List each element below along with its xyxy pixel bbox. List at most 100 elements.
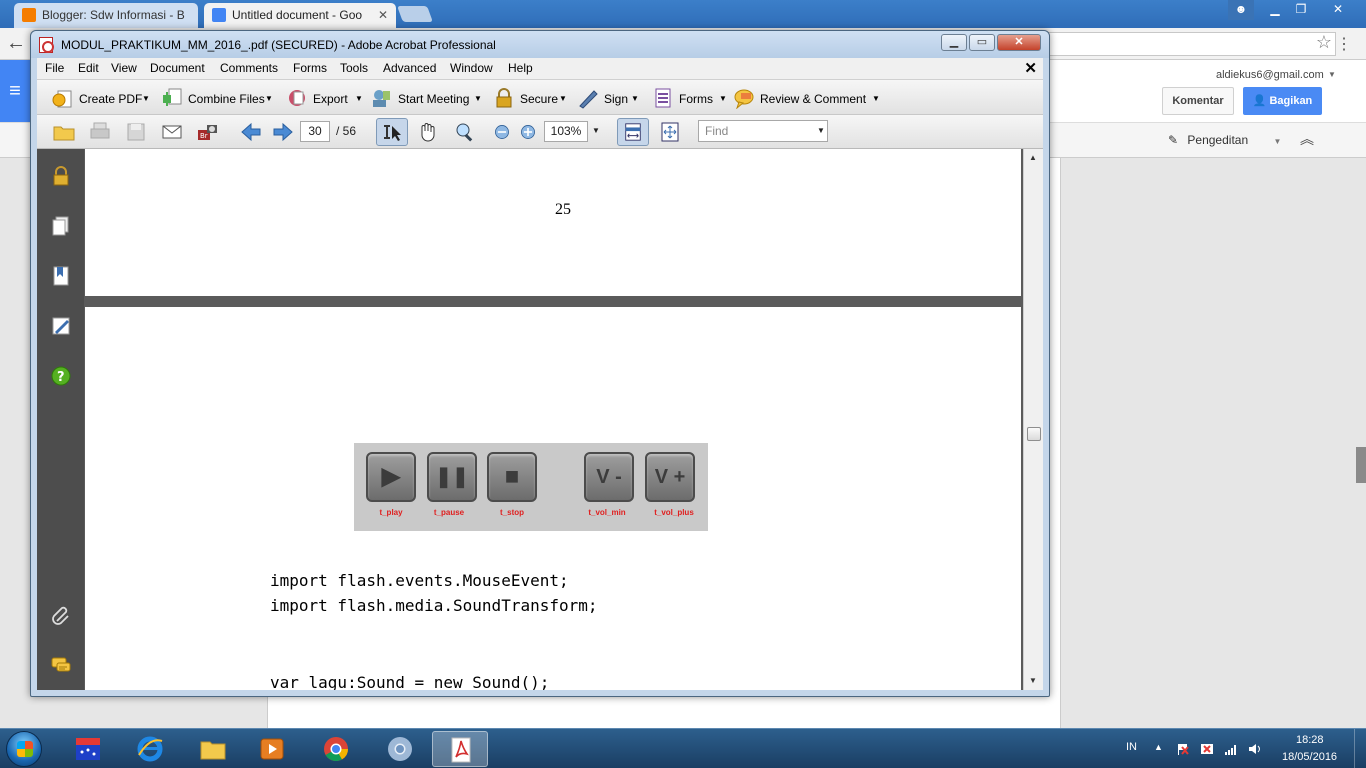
taskbar-adobe-acrobat[interactable] bbox=[432, 731, 488, 767]
hand-tool-icon[interactable] bbox=[417, 121, 439, 143]
address-bar[interactable] bbox=[1040, 32, 1336, 56]
network-signal-icon[interactable] bbox=[1224, 743, 1238, 755]
internet-explorer-icon bbox=[137, 736, 163, 762]
taskbar-chrome[interactable] bbox=[308, 731, 364, 767]
review-comment-label: Review & Comment bbox=[760, 92, 867, 106]
user-icon[interactable]: ☻ bbox=[1228, 0, 1254, 20]
antivirus-icon[interactable] bbox=[1200, 743, 1214, 755]
pages-icon[interactable] bbox=[50, 215, 72, 237]
review-comment-button[interactable]: Review & Comment ▼ bbox=[733, 85, 881, 111]
acrobat-titlebar[interactable]: MODUL_PRAKTIKUM_MM_2016_.pdf (SECURED) -… bbox=[31, 31, 1049, 58]
chevron-down-icon[interactable]: ▼ bbox=[1328, 70, 1336, 79]
secure-label: Secure bbox=[520, 92, 559, 106]
start-meeting-button[interactable]: Start Meeting ▼ bbox=[370, 85, 482, 111]
vertical-scrollbar[interactable]: ▲ ▼ bbox=[1023, 149, 1043, 690]
taskbar-media-player[interactable] bbox=[244, 731, 300, 767]
close-window-icon[interactable]: ✕ bbox=[1316, 0, 1360, 20]
attachments-paperclip-icon[interactable] bbox=[50, 604, 72, 626]
zoom-dropdown-chevron-icon[interactable]: ▼ bbox=[592, 126, 600, 135]
input-language[interactable]: IN bbox=[1126, 741, 1137, 753]
menu-file[interactable]: File bbox=[45, 61, 64, 75]
volume-icon[interactable] bbox=[1248, 743, 1262, 755]
action-center-flag-icon[interactable] bbox=[1176, 743, 1190, 755]
show-hidden-icons-icon[interactable]: ▲ bbox=[1154, 742, 1163, 752]
page-number-input[interactable]: 30 bbox=[300, 121, 330, 142]
clock-time[interactable]: 18:28 bbox=[1296, 734, 1324, 746]
account-email[interactable]: aldiekus6@gmail.com bbox=[1216, 69, 1324, 81]
previous-page-icon[interactable] bbox=[240, 121, 262, 143]
create-pdf-button[interactable]: Create PDF ▼ bbox=[52, 85, 152, 111]
bookmark-star-icon[interactable]: ☆ bbox=[1316, 32, 1332, 53]
taskbar-internet-explorer[interactable] bbox=[122, 731, 178, 767]
taskbar-file-explorer[interactable] bbox=[185, 731, 241, 767]
combine-files-button[interactable]: Combine Files ▼ bbox=[161, 85, 275, 111]
back-arrow-icon[interactable]: ← bbox=[6, 32, 26, 54]
browser-tab-google-docs[interactable]: Untitled document - Goo ✕ bbox=[204, 3, 396, 28]
new-tab-button[interactable] bbox=[397, 6, 433, 22]
close-document-icon[interactable]: ✕ bbox=[1024, 59, 1037, 77]
stop-button-figure: ■ bbox=[487, 452, 537, 502]
show-desktop-button[interactable] bbox=[1354, 729, 1366, 768]
play-icon: ▶ bbox=[381, 463, 401, 490]
zoom-out-icon[interactable] bbox=[493, 121, 511, 143]
help-icon[interactable]: ? bbox=[50, 365, 72, 387]
close-tab-icon[interactable]: ✕ bbox=[378, 3, 388, 28]
document-viewer[interactable]: 25 ▶ ❚❚ ■ V - V + t_play t_pause t_stop … bbox=[84, 149, 1023, 690]
organizer-icon[interactable]: Br bbox=[197, 121, 219, 143]
menu-edit[interactable]: Edit bbox=[78, 61, 99, 75]
scroll-down-icon[interactable]: ▼ bbox=[1029, 676, 1037, 685]
menu-comments[interactable]: Comments bbox=[220, 61, 278, 75]
restore-icon[interactable]: ❐ bbox=[1288, 0, 1314, 20]
fit-page-icon[interactable] bbox=[659, 121, 681, 143]
taskbar-app-flag[interactable] bbox=[60, 731, 116, 767]
close-button[interactable]: ✕ bbox=[997, 34, 1041, 51]
komentar-button[interactable]: Komentar bbox=[1162, 87, 1234, 115]
minimize-button[interactable]: ▁ bbox=[941, 34, 967, 51]
menu-advanced[interactable]: Advanced bbox=[383, 61, 436, 75]
security-lock-icon[interactable] bbox=[50, 165, 72, 187]
export-button[interactable]: Export ▼ bbox=[286, 85, 363, 111]
chrome-menu-icon[interactable]: ⋮ bbox=[1336, 34, 1352, 54]
browser-tab-blogger[interactable]: Blogger: Sdw Informasi - B bbox=[14, 3, 198, 28]
zoom-level-input[interactable]: 103% bbox=[544, 121, 588, 142]
bookmarks-icon[interactable] bbox=[50, 265, 72, 287]
menu-window[interactable]: Window bbox=[450, 61, 493, 75]
player-label: t_play bbox=[379, 508, 403, 517]
select-tool-button[interactable] bbox=[376, 118, 408, 146]
menu-help[interactable]: Help bbox=[508, 61, 533, 75]
editing-mode-dropdown[interactable]: ✎ Pengeditan ▼ bbox=[1168, 133, 1281, 147]
find-input[interactable]: Find bbox=[698, 120, 828, 142]
maximize-button[interactable]: ▭ bbox=[969, 34, 995, 51]
docs-home-icon[interactable]: ≡ bbox=[0, 60, 30, 122]
sign-button[interactable]: Sign ▼ bbox=[577, 85, 639, 111]
zoom-in-icon[interactable] bbox=[519, 121, 537, 143]
window-title: MODUL_PRAKTIKUM_MM_2016_.pdf (SECURED) -… bbox=[61, 38, 496, 52]
menu-tools[interactable]: Tools bbox=[340, 61, 368, 75]
fit-width-button[interactable] bbox=[617, 118, 649, 146]
scrollbar-thumb[interactable] bbox=[1356, 447, 1366, 483]
pdf-page: 25 bbox=[85, 149, 1021, 296]
minimize-icon[interactable]: ▁ bbox=[1262, 0, 1288, 20]
menu-forms[interactable]: Forms bbox=[293, 61, 327, 75]
windows-taskbar: IN ▲ 18:28 18/05/2016 bbox=[0, 728, 1366, 768]
scrollbar-thumb[interactable] bbox=[1027, 427, 1041, 441]
forms-button[interactable]: Forms ▼ bbox=[652, 85, 727, 111]
signatures-icon[interactable] bbox=[50, 315, 72, 337]
menu-document[interactable]: Document bbox=[150, 61, 205, 75]
bagikan-button[interactable]: 👤 Bagikan bbox=[1243, 87, 1322, 115]
clock-date[interactable]: 18/05/2016 bbox=[1282, 751, 1337, 763]
open-folder-icon[interactable] bbox=[53, 121, 75, 143]
print-icon[interactable] bbox=[89, 121, 111, 143]
secure-button[interactable]: Secure ▼ bbox=[493, 85, 567, 111]
taskbar-chrome-2[interactable] bbox=[372, 731, 428, 767]
scroll-up-icon[interactable]: ▲ bbox=[1029, 153, 1037, 162]
email-icon[interactable] bbox=[161, 121, 183, 143]
start-button[interactable] bbox=[6, 731, 42, 767]
menu-view[interactable]: View bbox=[111, 61, 137, 75]
collapse-menus-icon[interactable]: ︽ bbox=[1300, 129, 1314, 149]
zoom-tool-icon[interactable] bbox=[454, 121, 476, 143]
next-page-icon[interactable] bbox=[272, 121, 294, 143]
comments-icon[interactable] bbox=[50, 654, 72, 676]
save-icon[interactable] bbox=[125, 121, 147, 143]
find-dropdown-chevron-icon[interactable]: ▼ bbox=[817, 126, 825, 135]
